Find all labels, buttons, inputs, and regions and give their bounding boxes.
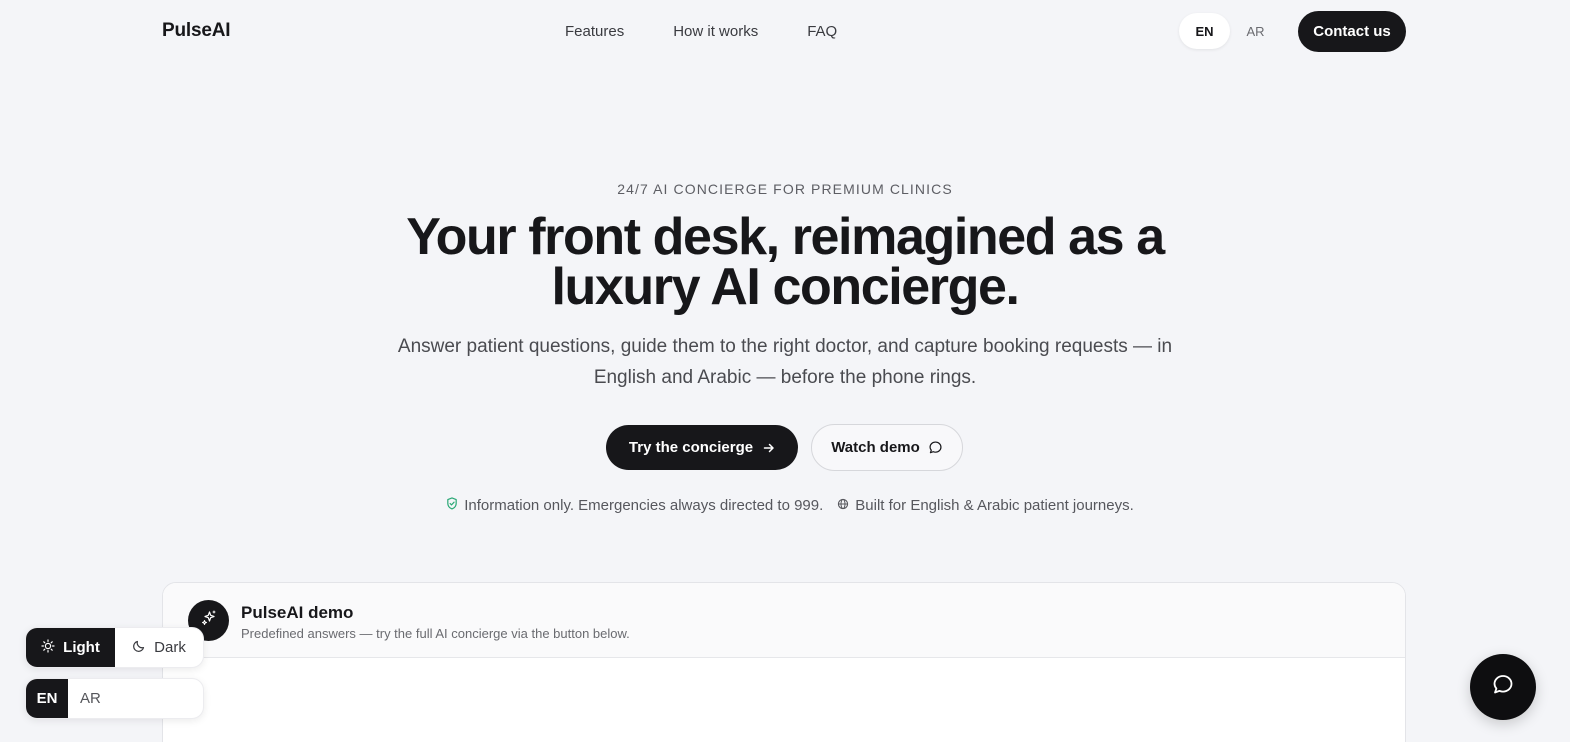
trust-item-languages: Built for English & Arabic patient journ… (837, 497, 1134, 514)
theme-light-button[interactable]: Light (26, 628, 115, 667)
nav-link-faq[interactable]: FAQ (807, 23, 837, 40)
arrow-right-icon (763, 442, 775, 454)
sparkles-icon (200, 609, 218, 632)
demo-subtitle: Predefined answers — try the full AI con… (241, 626, 630, 641)
contact-us-button[interactable]: Contact us (1298, 11, 1406, 52)
floating-language-toggle: EN AR (25, 678, 204, 719)
watch-demo-label: Watch demo (831, 439, 920, 456)
theme-dark-button[interactable]: Dark (115, 628, 203, 667)
floating-lang-en-button[interactable]: EN (26, 679, 68, 718)
floating-lang-ar-button[interactable]: AR (68, 679, 101, 718)
chat-bubble-icon (1490, 672, 1516, 703)
chat-bubble-icon (928, 440, 943, 455)
trust-text-emergency: Information only. Emergencies always dir… (464, 497, 824, 514)
moon-icon (132, 639, 146, 657)
chat-launcher-button[interactable] (1470, 654, 1536, 720)
hero-eyebrow: 24/7 AI CONCIERGE FOR PREMIUM CLINICS (617, 181, 953, 197)
shield-check-icon (446, 497, 458, 514)
hero-subhead: Answer patient questions, guide them to … (397, 336, 1173, 388)
hero-headline: Your front desk, reimagined as a luxury … (385, 211, 1185, 313)
lang-en-button[interactable]: EN (1179, 13, 1230, 49)
theme-toggle: Light Dark (25, 627, 204, 668)
try-concierge-label: Try the concierge (628, 439, 754, 456)
nav-link-features[interactable]: Features (565, 23, 624, 40)
trust-row: Information only. Emergencies always dir… (0, 497, 1570, 514)
sun-icon (41, 638, 55, 657)
demo-title: PulseAI demo (241, 603, 354, 622)
language-switch: EN AR (1179, 13, 1281, 49)
landing-page: PulseAI Features How it works FAQ EN AR … (0, 0, 1570, 742)
top-nav: PulseAI Features How it works FAQ EN AR … (0, 0, 1570, 64)
logo[interactable]: PulseAI (162, 20, 230, 42)
watch-demo-button[interactable]: Watch demo (811, 424, 963, 471)
theme-dark-label: Dark (154, 639, 186, 656)
try-concierge-button[interactable]: Try the concierge (606, 425, 798, 470)
theme-light-label: Light (63, 639, 100, 656)
demo-card: PulseAI demo Predefined answers — try th… (162, 582, 1406, 742)
trust-item-emergency: Information only. Emergencies always dir… (446, 497, 823, 514)
globe-icon (837, 497, 849, 514)
lang-ar-button[interactable]: AR (1230, 13, 1281, 49)
trust-text-languages: Built for English & Arabic patient journ… (855, 497, 1134, 514)
demo-card-header: PulseAI demo Predefined answers — try th… (163, 583, 1405, 658)
hero-cta-row: Try the concierge Watch demo (606, 424, 963, 471)
hero-headline-line2: luxury AI concierge. (551, 258, 1020, 316)
nav-link-how-it-works[interactable]: How it works (673, 23, 758, 40)
nav-links: Features How it works FAQ (565, 23, 837, 40)
